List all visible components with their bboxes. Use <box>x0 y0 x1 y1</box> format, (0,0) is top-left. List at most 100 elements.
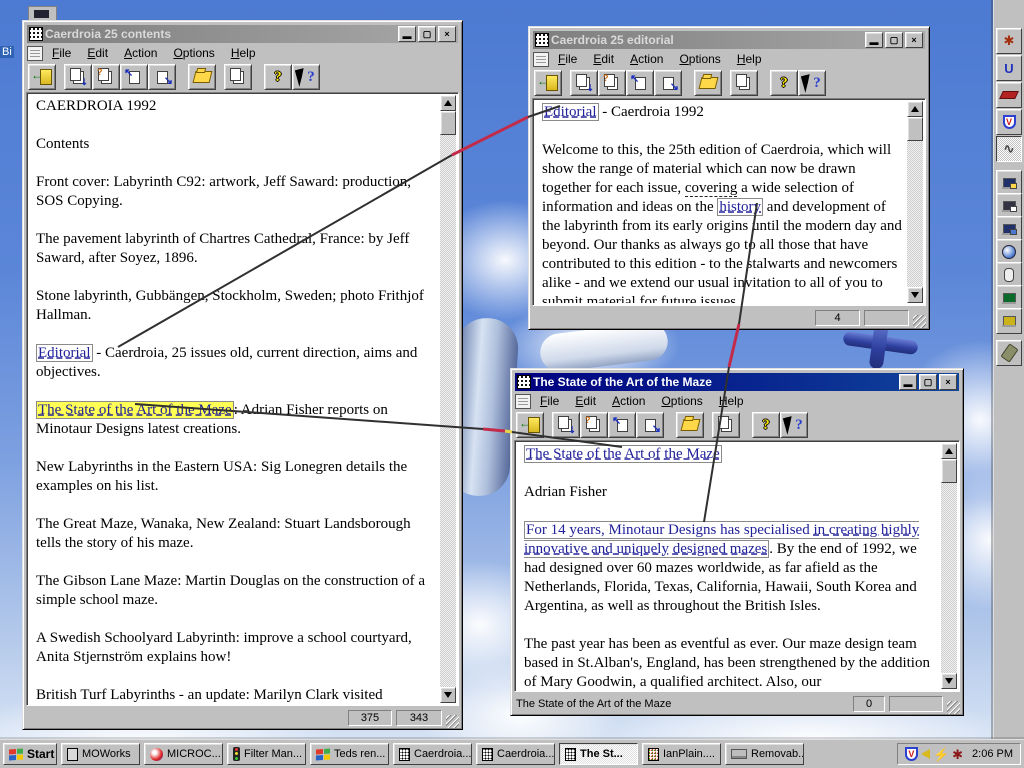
menu-edit[interactable]: Edit <box>586 51 621 67</box>
replace-page-button[interactable]: ? <box>580 412 608 438</box>
handheld-device-icon-button[interactable] <box>996 340 1022 366</box>
menu-options[interactable]: Options <box>672 51 727 67</box>
scrollbar-thumb[interactable] <box>440 111 456 135</box>
replace-page-button[interactable]: ? <box>92 64 120 90</box>
back-exit-door-button[interactable]: ← <box>534 70 562 96</box>
context-help-button[interactable]: ? <box>292 64 320 90</box>
resize-grip[interactable] <box>446 715 459 728</box>
taskbar-button-microcosm[interactable]: MICROC... <box>144 743 223 765</box>
copy-docs-button[interactable] <box>730 70 758 96</box>
scroll-down-button[interactable] <box>907 287 923 303</box>
shield-icon-button[interactable]: V <box>996 109 1022 135</box>
scrollbar-thumb[interactable] <box>941 459 957 483</box>
menu-file[interactable]: File <box>551 51 584 67</box>
antivirus-shield-icon[interactable]: V <box>904 747 918 761</box>
plug-icon-button[interactable]: ∿ <box>996 136 1022 162</box>
scrollbar-thumb[interactable] <box>907 117 923 141</box>
covering-anchor[interactable]: covering <box>684 180 738 197</box>
titlebar[interactable]: Caerdroia 25 editorial ▬ ▢ × <box>533 31 925 49</box>
menu-options[interactable]: Options <box>654 393 709 409</box>
stapler-icon-button[interactable] <box>996 82 1022 108</box>
taskbar-button-ianplain[interactable]: IanPlain.... <box>642 743 721 765</box>
link-in-button[interactable]: ↖ <box>120 64 148 90</box>
taskbar-button-moworks[interactable]: MOWorks <box>61 743 140 765</box>
menu-edit[interactable]: Edit <box>568 393 603 409</box>
resize-grip[interactable] <box>947 701 960 714</box>
close-button[interactable]: × <box>905 32 923 48</box>
volume-speaker-icon[interactable] <box>920 749 930 759</box>
bug-icon-button[interactable]: ✱ <box>996 28 1022 54</box>
taskbar-button-filter-manager[interactable]: Filter Man... <box>227 743 306 765</box>
taskbar-button-caerdroia-1[interactable]: Caerdroia... <box>393 743 472 765</box>
close-button[interactable]: × <box>438 26 456 42</box>
clock[interactable]: 2:06 PM <box>972 748 1013 760</box>
minimize-button[interactable]: ▬ <box>899 374 917 390</box>
state-of-art-link[interactable]: The State of the Art of the Maze <box>36 401 234 419</box>
titlebar[interactable]: Caerdroia 25 contents ▬ ▢ × <box>27 25 458 43</box>
open-folder-button[interactable] <box>676 412 704 438</box>
context-help-button[interactable]: ? <box>798 70 826 96</box>
state-of-art-title-link[interactable]: The State of the Art of the Maze <box>524 445 722 463</box>
menu-action[interactable]: Action <box>623 51 670 67</box>
scroll-up-button[interactable] <box>941 443 957 459</box>
scroll-up-button[interactable] <box>440 95 456 111</box>
link-in-button[interactable]: ↖ <box>626 70 654 96</box>
taskbar-button-caerdroia-2[interactable]: Caerdroia... <box>476 743 555 765</box>
menu-edit[interactable]: Edit <box>80 45 115 61</box>
taskbar-button-removable[interactable]: Removab... <box>725 743 804 765</box>
copy-page-down-button[interactable]: ⇣ <box>64 64 92 90</box>
resize-grip[interactable] <box>913 315 926 328</box>
menu-action[interactable]: Action <box>605 393 652 409</box>
editorial-link[interactable]: Editorial <box>36 344 93 362</box>
link-out-button[interactable]: ↘ <box>654 70 682 96</box>
back-exit-door-button[interactable]: ← <box>516 412 544 438</box>
titlebar[interactable]: The State of the Art of the Maze ▬ ▢ × <box>515 373 959 391</box>
minimize-button[interactable]: ▬ <box>398 26 416 42</box>
vertical-scrollbar[interactable] <box>941 443 957 689</box>
link-out-button[interactable]: ↘ <box>636 412 664 438</box>
link-in-button[interactable]: ↖ <box>608 412 636 438</box>
scroll-down-button[interactable] <box>440 687 456 703</box>
copy-docs-button[interactable] <box>224 64 252 90</box>
maximize-button[interactable]: ▢ <box>418 26 436 42</box>
help-button[interactable]: ? <box>264 64 292 90</box>
menu-file[interactable]: File <box>533 393 566 409</box>
menu-action[interactable]: Action <box>117 45 164 61</box>
menu-options[interactable]: Options <box>166 45 221 61</box>
help-button[interactable]: ? <box>752 412 780 438</box>
history-link[interactable]: history <box>717 198 764 216</box>
minimize-button[interactable]: ▬ <box>865 32 883 48</box>
menu-help[interactable]: Help <box>224 45 263 61</box>
replace-page-button[interactable]: ? <box>598 70 626 96</box>
magnet-icon-button[interactable]: U <box>996 55 1022 81</box>
computer-yellow-screen-icon-button[interactable] <box>996 308 1022 334</box>
menu-help[interactable]: Help <box>730 51 769 67</box>
maximize-button[interactable]: ▢ <box>885 32 903 48</box>
context-help-button[interactable]: ? <box>780 412 808 438</box>
traffic-light-icon <box>233 747 240 761</box>
scroll-up-button[interactable] <box>907 101 923 117</box>
open-folder-button[interactable] <box>188 64 216 90</box>
taskbar-button-teds[interactable]: Teds ren... <box>310 743 389 765</box>
document-icon <box>482 747 493 761</box>
desktop-icon-label[interactable]: Bi <box>0 46 14 58</box>
menu-file[interactable]: File <box>45 45 78 61</box>
scroll-down-button[interactable] <box>941 673 957 689</box>
menu-help[interactable]: Help <box>712 393 751 409</box>
open-folder-button[interactable] <box>694 70 722 96</box>
copy-page-down-button[interactable]: ⇣ <box>552 412 580 438</box>
copy-page-down-button[interactable]: ⇣ <box>570 70 598 96</box>
back-exit-door-button[interactable]: ← <box>28 64 56 90</box>
taskbar-button-the-state[interactable]: The St... <box>559 743 638 765</box>
help-button[interactable]: ? <box>770 70 798 96</box>
copy-docs-button[interactable] <box>712 412 740 438</box>
link-out-button[interactable]: ↘ <box>148 64 176 90</box>
virus-star-icon[interactable]: ✱ <box>952 748 963 761</box>
running-man-icon[interactable]: ⚡ <box>933 748 949 761</box>
maximize-button[interactable]: ▢ <box>919 374 937 390</box>
start-button[interactable]: Start <box>3 743 57 765</box>
vertical-scrollbar[interactable] <box>907 101 923 303</box>
editorial-link[interactable]: Editorial <box>542 103 599 121</box>
close-button[interactable]: × <box>939 374 957 390</box>
vertical-scrollbar[interactable] <box>440 95 456 703</box>
